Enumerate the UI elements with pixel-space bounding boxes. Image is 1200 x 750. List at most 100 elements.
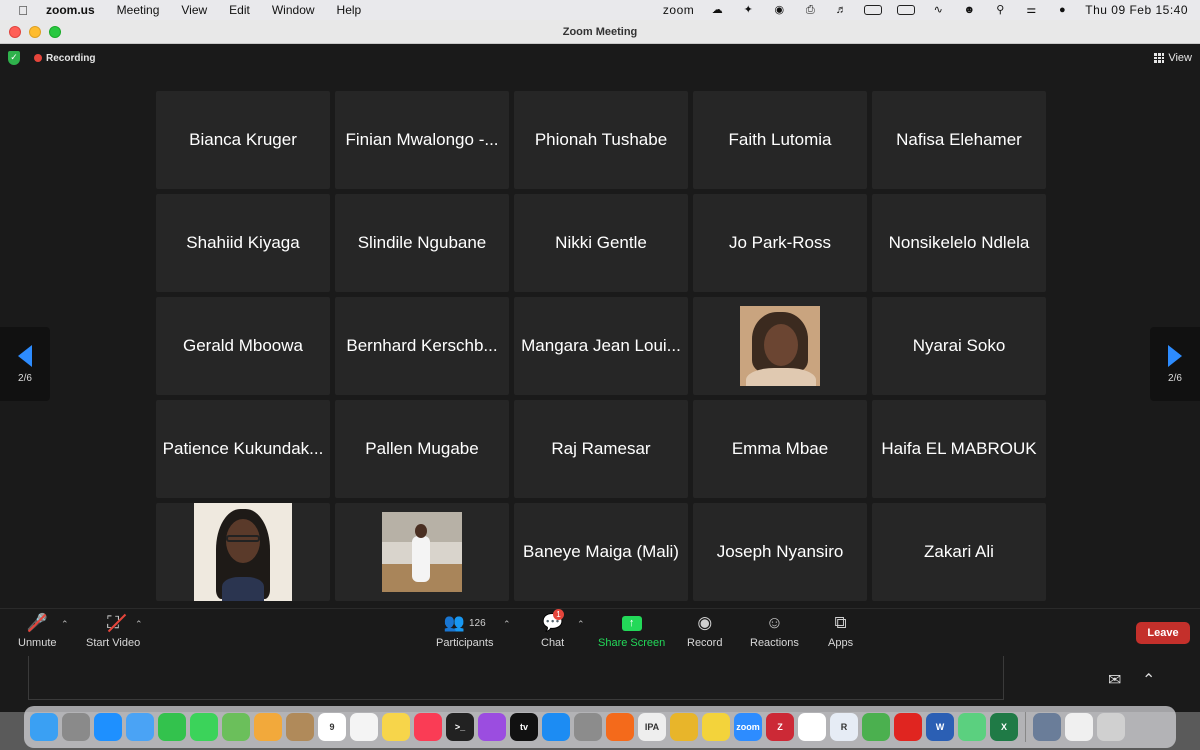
chat-options-chevron-icon[interactable]: ⌃ [577, 619, 585, 630]
messages-icon[interactable] [190, 713, 218, 741]
video-options-chevron-icon[interactable]: ⌃ [135, 619, 143, 630]
reminders-icon[interactable] [350, 713, 378, 741]
participant-tile[interactable]: Slindile Ngubane [335, 194, 509, 292]
menu-view[interactable]: View [170, 3, 218, 17]
slack-icon[interactable] [798, 713, 826, 741]
activity-icon[interactable] [702, 713, 730, 741]
preview-icon[interactable] [1033, 713, 1061, 741]
participant-video-tile[interactable] [335, 503, 509, 601]
podcasts-icon[interactable] [478, 713, 506, 741]
trash-icon[interactable] [1097, 713, 1125, 741]
participant-tile[interactable]: Joseph Nyansiro [693, 503, 867, 601]
safari-icon[interactable] [94, 713, 122, 741]
excel-icon[interactable]: X [990, 713, 1018, 741]
notes-icon[interactable] [382, 713, 410, 741]
apple-menu-icon[interactable]:  [0, 3, 46, 18]
participants-button[interactable]: 👥 126 Participants [436, 613, 493, 649]
share-screen-button[interactable]: ↑ Share Screen [598, 613, 665, 649]
participant-tile[interactable]: Nonsikelelo Ndlela [872, 194, 1046, 292]
ipa-icon[interactable]: IPA [638, 713, 666, 741]
firefox-icon[interactable] [606, 713, 634, 741]
word-icon[interactable]: W [926, 713, 954, 741]
participant-tile[interactable]: Mangara Jean Loui... [514, 297, 688, 395]
leave-button[interactable]: Leave [1136, 622, 1190, 644]
unmute-button[interactable]: 🎤 Unmute [18, 613, 57, 649]
user-icon[interactable]: ☻ [961, 4, 977, 16]
battery-icon[interactable] [897, 5, 916, 15]
start-video-button[interactable]: ⛶ Start Video [86, 613, 140, 649]
zoom-status-label[interactable]: zoom [663, 3, 694, 17]
maximize-window-button[interactable] [49, 25, 61, 38]
participant-tile[interactable]: Raj Ramesar [514, 400, 688, 498]
cloud-icon[interactable]: ☁ [709, 4, 725, 16]
settings-icon[interactable] [574, 713, 602, 741]
meeting-status-icon[interactable]: ◉ [771, 4, 787, 16]
music-icon[interactable] [414, 713, 442, 741]
printer-icon[interactable]: ⎙ [802, 4, 818, 16]
acrobat-icon[interactable] [894, 713, 922, 741]
chrome-icon[interactable] [670, 713, 698, 741]
menu-help[interactable]: Help [326, 3, 373, 17]
reactions-button[interactable]: ☺ Reactions [750, 613, 799, 649]
participant-tile[interactable]: Nikki Gentle [514, 194, 688, 292]
finder-icon[interactable] [30, 713, 58, 741]
minimize-window-button[interactable] [29, 25, 41, 38]
mail-icon[interactable] [126, 713, 154, 741]
participant-tile[interactable]: Jo Park-Ross [693, 194, 867, 292]
security-shield-icon[interactable]: ✓ [8, 51, 20, 65]
contacts-icon[interactable] [286, 713, 314, 741]
participant-tile[interactable]: Haifa EL MABROUK [872, 400, 1046, 498]
r-icon[interactable]: R [830, 713, 858, 741]
participant-tile[interactable]: Patience Kukundak... [156, 400, 330, 498]
record-button[interactable]: ◉ Record [687, 613, 722, 649]
menu-window[interactable]: Window [261, 3, 326, 17]
volume-icon[interactable]: ♬ [833, 4, 849, 16]
menu-edit[interactable]: Edit [218, 3, 261, 17]
zoom-icon[interactable]: zoom [734, 713, 762, 741]
previous-page-button[interactable]: 2/6 [0, 327, 50, 401]
keyboard-icon[interactable] [864, 5, 883, 15]
participant-tile[interactable]: Nyarai Soko [872, 297, 1046, 395]
expand-up-icon[interactable]: ⌃ [1142, 670, 1155, 690]
chat-button[interactable]: 💬 1 Chat [541, 609, 564, 649]
menu-app-name[interactable]: zoom.us [46, 3, 106, 17]
participant-tile[interactable]: Emma Mbae [693, 400, 867, 498]
atom-icon[interactable] [958, 713, 986, 741]
zotero-icon[interactable]: Z [766, 713, 794, 741]
participant-tile[interactable]: Bianca Kruger [156, 91, 330, 189]
wifi-icon[interactable]: ∿ [930, 4, 946, 16]
new-message-icon[interactable]: ✉ [1108, 670, 1121, 690]
facetime-icon[interactable] [158, 713, 186, 741]
chat-input-area[interactable] [28, 656, 1004, 700]
audio-options-chevron-icon[interactable]: ⌃ [61, 619, 69, 630]
spotlight-search-icon[interactable]: ⚲ [992, 4, 1008, 16]
bird-icon[interactable]: ✦ [740, 4, 756, 16]
next-page-button[interactable]: 2/6 [1150, 327, 1200, 401]
menu-meeting[interactable]: Meeting [106, 3, 171, 17]
participant-tile[interactable]: Phionah Tushabe [514, 91, 688, 189]
apps-button[interactable]: ⧉ Apps [828, 613, 853, 649]
participant-video-tile[interactable] [156, 503, 330, 601]
siri-icon[interactable]: ● [1054, 4, 1070, 16]
view-button[interactable]: View [1154, 52, 1192, 64]
participant-tile[interactable]: Faith Lutomia [693, 91, 867, 189]
network-icon[interactable] [862, 713, 890, 741]
terminal-icon[interactable]: >_ [446, 713, 474, 741]
participant-tile[interactable]: Bernhard Kerschb... [335, 297, 509, 395]
launchpad-icon[interactable] [62, 713, 90, 741]
participant-tile[interactable]: Baneye Maiga (Mali) [514, 503, 688, 601]
participant-tile[interactable]: Nafisa Elehamer [872, 91, 1046, 189]
calendar-icon[interactable]: 9 [318, 713, 346, 741]
participant-tile[interactable]: Pallen Mugabe [335, 400, 509, 498]
control-center-icon[interactable]: ⚌ [1023, 4, 1039, 16]
menubar-clock[interactable]: Thu 09 Feb 15:40 [1085, 3, 1188, 17]
maps-icon[interactable] [222, 713, 250, 741]
participant-tile[interactable]: Zakari Ali [872, 503, 1046, 601]
participant-video-tile[interactable] [693, 297, 867, 395]
participant-tile[interactable]: Shahiid Kiyaga [156, 194, 330, 292]
tv-icon[interactable]: tv [510, 713, 538, 741]
participant-tile[interactable]: Finian Mwalongo -... [335, 91, 509, 189]
recording-indicator[interactable]: Recording [34, 53, 95, 64]
document-icon[interactable] [1065, 713, 1093, 741]
appstore-icon[interactable] [542, 713, 570, 741]
